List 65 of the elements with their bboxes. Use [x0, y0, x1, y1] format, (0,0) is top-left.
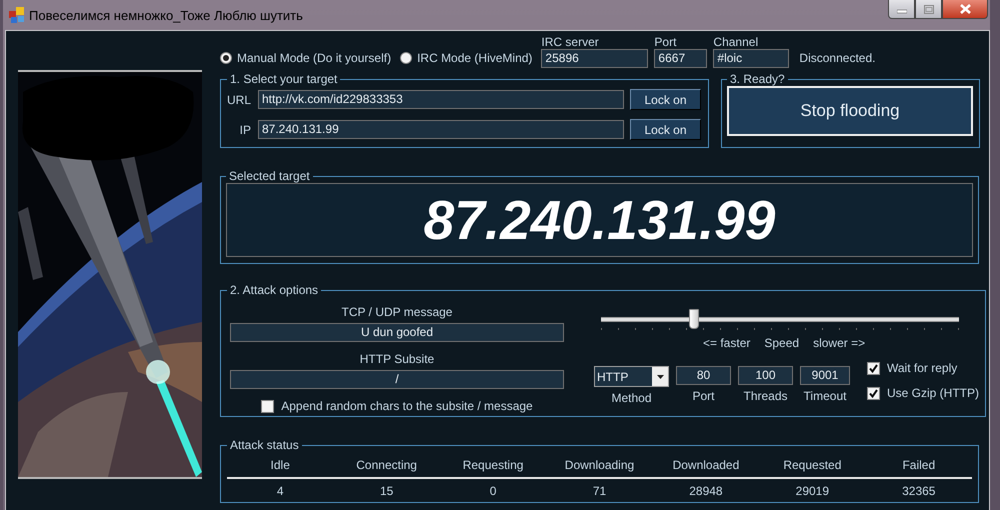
minimize-button[interactable]	[888, 0, 915, 19]
input-field[interactable]: /	[230, 370, 564, 389]
column-header: Idle	[270, 458, 291, 472]
input-field[interactable]: #loic	[713, 49, 790, 68]
column-header: Downloaded	[672, 458, 740, 472]
input-field[interactable]: 80	[676, 366, 731, 385]
table-cell-text: 28948	[688, 484, 724, 498]
input-field[interactable]: U dun goofed	[230, 323, 564, 342]
stop-flooding-button[interactable]: Stop flooding	[727, 86, 973, 136]
checkbox[interactable]: Append random chars to the subsite / message	[261, 399, 533, 413]
radio-button[interactable]: Manual Mode (Do it yourself)	[220, 51, 392, 65]
check-icon	[869, 388, 878, 398]
close-icon	[960, 4, 970, 14]
field-label: Threads	[743, 389, 788, 403]
field-label: URL	[227, 92, 252, 106]
input-field[interactable]: 100	[738, 366, 793, 385]
column-header: Failed	[901, 458, 936, 472]
window-title: Повеселимся немножко_Тоже Люблю шутить	[29, 8, 303, 23]
field-label: Timeout	[804, 389, 846, 403]
check-icon	[869, 364, 878, 372]
table-cell-text: 15	[378, 484, 394, 498]
field-label: TCP / UDP message	[342, 305, 452, 319]
checkbox[interactable]: Use Gzip (HTTP)	[867, 386, 980, 400]
column-header: Connecting	[355, 458, 418, 472]
maximize-button[interactable]	[915, 0, 942, 19]
field-label: Channel	[713, 35, 760, 49]
table-cell-text: 4	[276, 484, 285, 498]
group-title: 1. Select your target	[229, 72, 338, 86]
column-header: Requested	[782, 458, 842, 472]
lock-on-button[interactable]: Lock on	[630, 89, 701, 110]
table-cell-text: 29019	[794, 484, 830, 498]
status-text: Disconnected.	[799, 51, 876, 65]
speed-label: slower =>	[813, 336, 866, 350]
field-label: HTTP Subsite	[360, 352, 434, 366]
radio-button[interactable]: IRC Mode (HiveMind)	[400, 51, 532, 65]
group-title: Attack status	[229, 438, 300, 452]
input-field[interactable]: 6667	[654, 49, 708, 68]
group-title: 2. Attack options	[229, 283, 320, 297]
field-label: IP	[238, 122, 252, 136]
table-cell-text: 32365	[901, 484, 936, 498]
maximize-icon	[924, 4, 934, 14]
input-field[interactable]: 9001	[800, 366, 850, 385]
field-label: Method	[611, 391, 652, 405]
method-dropdown[interactable]: HTTP	[594, 366, 669, 387]
column-header: Requesting	[462, 458, 524, 472]
table-cell-text: 71	[592, 484, 608, 498]
target-display: 87.240.131.99	[226, 183, 973, 257]
group-title: Selected target	[228, 169, 311, 183]
close-button[interactable]	[942, 0, 988, 19]
table-cell-text: 0	[488, 484, 498, 498]
column-header: Downloading	[564, 458, 636, 472]
slider-thumb[interactable]	[689, 309, 700, 329]
field-label: Port	[654, 35, 678, 49]
app-icon	[9, 7, 25, 23]
field-label: IRC server	[541, 35, 600, 49]
speed-label: <= faster	[703, 336, 750, 350]
group-title: 3. Ready?	[729, 72, 786, 86]
checkbox[interactable]: Wait for reply	[867, 361, 980, 375]
field-label: Port	[692, 389, 714, 403]
input-field[interactable]: 25896	[541, 49, 648, 68]
caret-icon	[656, 374, 664, 378]
lock-on-button[interactable]: Lock on	[630, 119, 701, 140]
speed-label: Speed	[764, 336, 800, 350]
input-field[interactable]: http://vk.com/id229833353	[258, 90, 624, 109]
input-field[interactable]: 87.240.131.99	[258, 120, 624, 139]
